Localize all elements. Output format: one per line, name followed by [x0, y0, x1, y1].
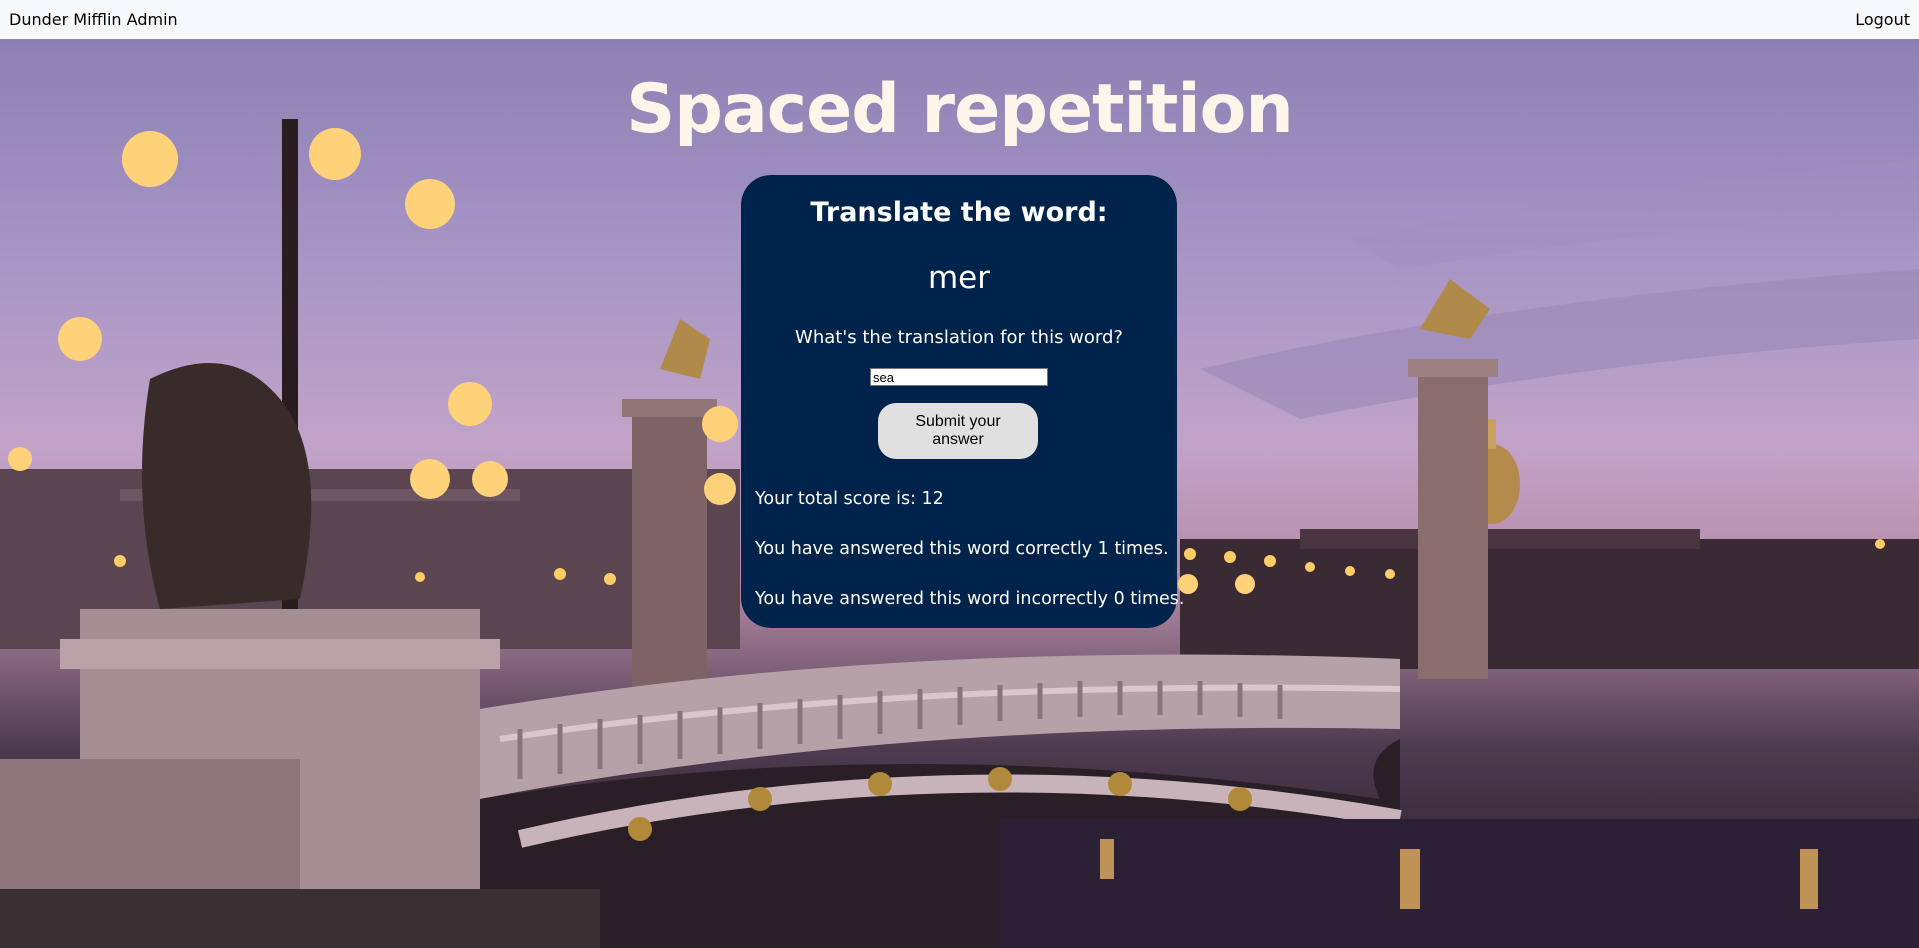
brand-link[interactable]: Dunder Mifflin Admin	[9, 10, 178, 29]
answer-input[interactable]	[870, 368, 1048, 386]
card-heading: Translate the word:	[810, 197, 1108, 228]
logout-link[interactable]: Logout	[1855, 10, 1910, 29]
quiz-card: Translate the word: mer What's the trans…	[741, 175, 1185, 628]
correct-count-text: You have answered this word correctly 1 …	[755, 539, 1169, 559]
total-score-text: Your total score is: 12	[755, 489, 944, 509]
word-to-translate: mer	[927, 260, 990, 296]
top-nav-bar: Dunder Mifflin Admin Logout	[0, 0, 1919, 39]
submit-answer-button[interactable]: Submit your answer	[878, 403, 1038, 459]
translation-prompt: What's the translation for this word?	[795, 327, 1123, 348]
page-title: Spaced repetition	[626, 70, 1294, 149]
incorrect-count-text: You have answered this word incorrectly …	[755, 589, 1185, 609]
